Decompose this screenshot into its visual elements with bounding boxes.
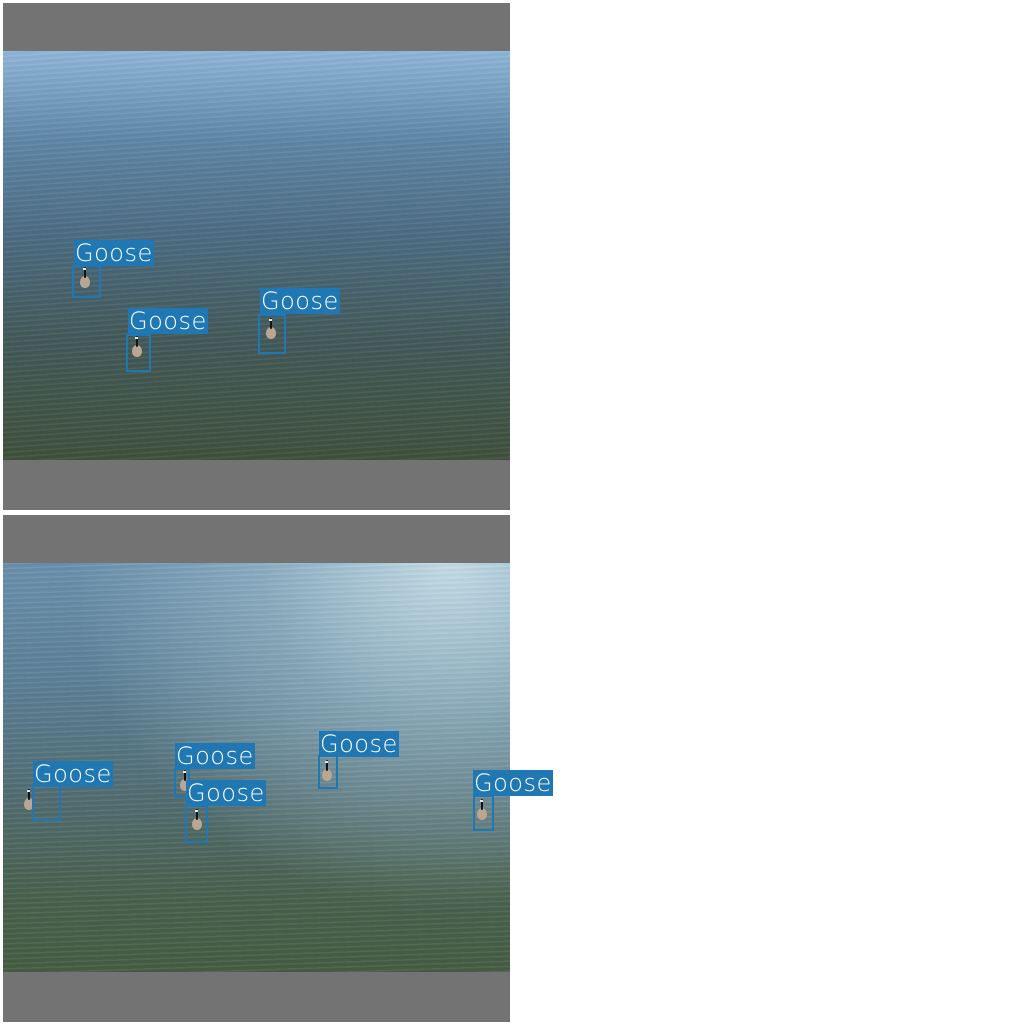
detection-label: Goose [74,239,154,267]
detection-label: Goose [473,769,553,797]
bounding-box [32,785,61,821]
bounding-box [126,334,151,372]
bounding-box [473,795,494,831]
bounding-box [318,755,338,789]
detection-label: Goose [175,742,255,770]
detection-label: Goose [319,730,399,758]
bounding-box [185,805,208,843]
detection-label: Goose [186,779,266,807]
bounding-box [258,314,286,354]
bounding-box [72,265,101,298]
image-panel-bottom: Goose Goose Goose Goose [3,515,510,1022]
detection-label: Goose [128,307,208,335]
detection-label: Goose [260,287,340,315]
detection-label: Goose [33,760,113,788]
image-panel-top: Goose Goose Goose [3,3,510,510]
